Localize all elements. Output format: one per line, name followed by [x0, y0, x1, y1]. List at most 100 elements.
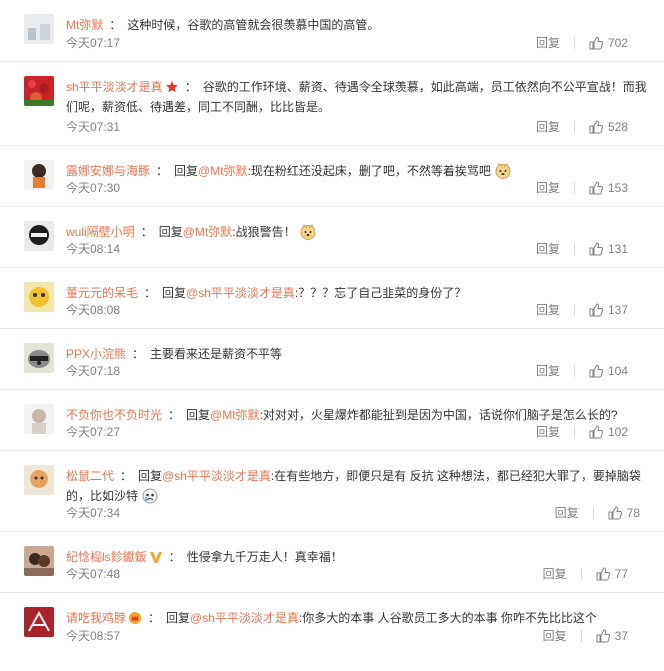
reply-button[interactable]: 回复: [543, 565, 567, 582]
like-count: 137: [607, 302, 628, 317]
like-button[interactable]: 102: [589, 425, 628, 439]
avatar[interactable]: [24, 76, 54, 106]
like-count: 153: [607, 180, 628, 195]
comment-time: 今天07:34: [66, 506, 121, 520]
comment-username[interactable]: sh平平淡淡才是真: [66, 80, 163, 94]
comment-time: 今天07:30: [66, 181, 121, 195]
mention-link[interactable]: @Mt弥默: [198, 164, 248, 178]
thumbs-up-icon: [589, 241, 603, 255]
like-button[interactable]: 104: [589, 364, 628, 378]
mention-link[interactable]: @sh平平淡淡才是真: [186, 286, 295, 300]
comment-username[interactable]: Mt弥默: [66, 18, 103, 32]
mention-link[interactable]: @Mt弥默: [210, 408, 260, 422]
thumbs-up-icon: [589, 119, 603, 133]
comment-username[interactable]: 董元元的呆毛: [66, 286, 138, 300]
divider: [573, 120, 575, 133]
like-button[interactable]: 702: [589, 36, 628, 50]
comment-item: 董元元的呆毛：回复@sh平平淡淡才是真:？？？忘了自己韭菜的身份了？ 今天08:…: [0, 268, 664, 329]
comment-item: 请吃我鸡脖：回复@sh平平淡淡才是真:你多大的本事 人谷歌员工多大的本事 你咋不…: [0, 593, 664, 664]
comment-username[interactable]: wuli隔壁小明: [66, 225, 135, 239]
comment-username[interactable]: 不负你也不负时光: [66, 408, 162, 422]
avatar[interactable]: [24, 160, 54, 190]
comment-username[interactable]: 请吃我鸡脖: [66, 611, 126, 625]
colon: ：: [140, 225, 153, 239]
avatar[interactable]: [24, 607, 54, 637]
like-button[interactable]: 131: [589, 242, 628, 256]
reply-button[interactable]: 回复: [536, 34, 560, 51]
divider: [573, 425, 575, 438]
comment-time: 今天07:27: [66, 425, 121, 439]
divider: [580, 629, 582, 642]
avatar[interactable]: [24, 465, 54, 495]
colon: ：: [156, 164, 169, 178]
colon: ：: [120, 469, 133, 483]
comment-item: 不负你也不负时光：回复@Mt弥默:对对对，火星爆炸都能扯到是因为中国，话说你们脑…: [0, 390, 664, 451]
reply-button[interactable]: 回复: [536, 423, 560, 440]
reply-button[interactable]: 回复: [536, 179, 560, 196]
like-button[interactable]: 37: [596, 629, 628, 643]
avatar[interactable]: [24, 546, 54, 576]
comment-time: 今天07:48: [66, 567, 121, 581]
comment-item: wuli隔壁小明：回复@Mt弥默:战狼警告！ 今天08:14 回复 131: [0, 207, 664, 268]
like-button[interactable]: 528: [589, 120, 628, 134]
mention-link[interactable]: @Mt弥默: [183, 225, 233, 239]
like-count: 104: [607, 363, 628, 378]
like-count: 102: [607, 424, 628, 439]
like-button[interactable]: 137: [589, 303, 628, 317]
avatar[interactable]: [24, 14, 54, 44]
reply-button[interactable]: 回复: [555, 504, 579, 521]
colon: ：: [109, 18, 122, 32]
reply-prefix: 回复: [174, 164, 199, 178]
comment-item: 松鼠二代：回复@sh平平淡淡才是真:在有些地方，即便只是有 反抗 这种想法，都已…: [0, 451, 664, 532]
divider: [573, 181, 575, 194]
doge-emoji-icon: [300, 224, 316, 240]
like-count: 702: [607, 35, 628, 50]
mention-link[interactable]: @sh平平淡淡才是真: [190, 611, 299, 625]
comment-text: 性侵拿九千万走人！真幸福！: [186, 550, 343, 564]
thumbs-up-icon: [596, 566, 610, 580]
like-count: 131: [607, 241, 628, 256]
comment-time: 今天07:18: [66, 364, 121, 378]
doge-emoji-icon: [495, 163, 511, 179]
colon: ：: [184, 80, 197, 94]
divider: [592, 506, 594, 519]
thumbs-up-icon: [589, 180, 603, 194]
reply-prefix: 回复: [166, 611, 191, 625]
like-button[interactable]: 153: [589, 181, 628, 195]
like-button[interactable]: 77: [596, 567, 628, 581]
comment-time: 今天08:08: [66, 303, 121, 317]
comment-username[interactable]: 露娜安娜与海豚: [66, 164, 150, 178]
like-count: 528: [607, 119, 628, 134]
mention-link[interactable]: @sh平平淡淡才是真: [162, 469, 271, 483]
avatar[interactable]: [24, 221, 54, 251]
comment-username[interactable]: 紀惗榀ls鉁钀鈑: [66, 550, 147, 564]
like-count: 78: [626, 505, 640, 520]
comment-list: Mt弥默 ： 这种时候，谷歌的高管就会很羡慕中国的高管。 今天07:17 回复 70…: [0, 0, 664, 664]
comment-text: :？？？忘了自己韭菜的身份了？: [294, 286, 467, 300]
reply-button[interactable]: 回复: [543, 627, 567, 644]
avatar[interactable]: [24, 404, 54, 434]
comment-username[interactable]: PPX小浣熊: [66, 347, 126, 361]
reply-button[interactable]: 回复: [536, 301, 560, 318]
comment-time: 今天07:31: [66, 120, 121, 134]
thumbs-up-icon: [589, 363, 603, 377]
divider: [573, 303, 575, 316]
reply-prefix: 回复: [138, 469, 163, 483]
thumbs-up-icon: [589, 35, 603, 49]
avatar[interactable]: [24, 282, 54, 312]
reply-button[interactable]: 回复: [536, 240, 560, 257]
comment-username[interactable]: 松鼠二代: [66, 469, 114, 483]
like-count: 37: [614, 628, 628, 643]
divider: [573, 364, 575, 377]
comment-item: 露娜安娜与海豚：回复@Mt弥默:现在粉红还没起床，删了吧，不然等着挨骂吧 今天0…: [0, 146, 664, 207]
divider: [573, 242, 575, 255]
reply-button[interactable]: 回复: [536, 118, 560, 135]
avatar[interactable]: [24, 343, 54, 373]
reply-button[interactable]: 回复: [536, 362, 560, 379]
star-badge-icon: [165, 81, 178, 93]
thumbs-up-icon: [608, 505, 622, 519]
comment-item: 紀惗榀ls鉁钀鈑 ： 性侵拿九千万走人！真幸福！ 今天07:48 回复 77: [0, 532, 664, 593]
like-button[interactable]: 78: [608, 506, 640, 520]
comment-text: 主要看来还是薪资不平等: [150, 347, 283, 361]
comment-item: PPX小浣熊 ： 主要看来还是薪资不平等 今天07:18 回复 104: [0, 329, 664, 390]
